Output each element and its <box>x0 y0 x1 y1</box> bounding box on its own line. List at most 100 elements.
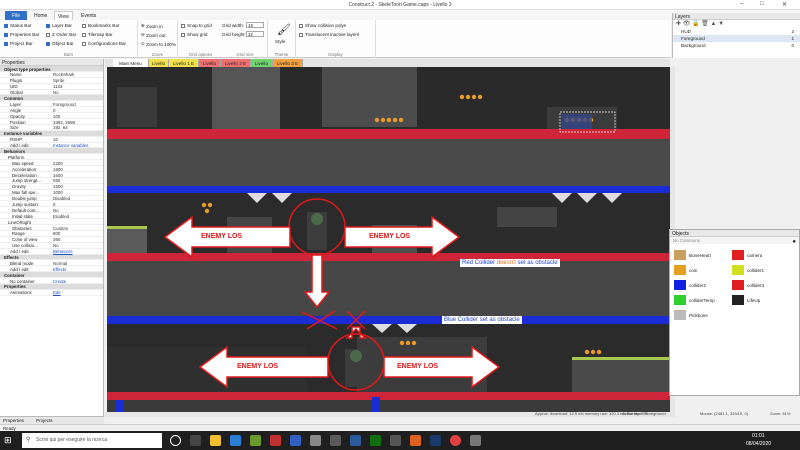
app-icon[interactable] <box>390 435 401 446</box>
object-item[interactable]: collider1 <box>732 265 764 275</box>
delete-layer-icon[interactable]: 🗑 <box>701 21 709 27</box>
grid-height-input[interactable]: 32 <box>246 31 264 37</box>
configurations-bar-toggle[interactable]: Configurations Bar <box>82 41 126 46</box>
tab-home[interactable]: Home <box>31 11 50 20</box>
property-key: Default cont... <box>12 207 40 213</box>
object-item[interactable]: camera <box>732 250 762 260</box>
property-link[interactable]: Instance variables <box>53 143 88 148</box>
move-down-icon[interactable]: ▼ <box>718 21 724 27</box>
display-caption: Display <box>328 52 343 57</box>
chrome-icon[interactable] <box>450 435 461 446</box>
windows-start-icon[interactable]: ⊞ <box>4 435 14 445</box>
status-bar-toggle[interactable]: Status Bar <box>4 23 31 28</box>
z-order-bar-toggle[interactable]: Z Order Bar <box>46 32 76 37</box>
zoom-out-button[interactable]: ⊖ Zoom out <box>141 32 166 38</box>
xbox-icon[interactable] <box>370 435 381 446</box>
object-thumbnail <box>674 295 686 305</box>
app-icon[interactable] <box>290 435 301 446</box>
property-link[interactable]: Create <box>53 279 66 284</box>
layout-canvas[interactable]: ENEMY LOS ENEMY LOS ENEMY LOS ENEMY LOS … <box>107 67 670 412</box>
brush-icon[interactable]: 🖌 <box>277 23 291 36</box>
property-value: 1800 <box>53 166 63 172</box>
translucent-layers-toggle[interactable]: Translucent inactive layers <box>299 32 359 37</box>
properties-bar-toggle[interactable]: Properties Bar <box>4 32 39 37</box>
visibility-icon[interactable]: 👁 <box>683 21 691 27</box>
app-icon[interactable] <box>350 435 361 446</box>
construct-icon[interactable] <box>470 435 481 446</box>
tab-events[interactable]: Events <box>78 11 99 20</box>
object-item[interactable]: BoneHeart <box>674 250 711 260</box>
close-icon[interactable]: ✕ <box>782 1 787 8</box>
add-object-icon[interactable]: ● <box>792 239 796 245</box>
property-key: Initial state <box>12 213 33 219</box>
property-link[interactable]: Behaviors <box>53 249 73 254</box>
app-icon[interactable] <box>230 435 241 446</box>
property-value: 1000 <box>53 190 63 196</box>
move-up-icon[interactable]: ▲ <box>710 21 716 27</box>
app-icon[interactable] <box>270 435 281 446</box>
layout-tab[interactable]: Main Menu <box>113 59 149 67</box>
style-button[interactable]: Style <box>275 39 285 44</box>
object-item[interactable]: collider2 <box>674 280 706 290</box>
layer-row-foreground[interactable]: Foreground 1 <box>673 35 800 42</box>
zoom-100-button[interactable]: ⊙ Zoom to 100% <box>141 41 176 47</box>
layer-bar-toggle[interactable]: Layer Bar <box>46 23 72 28</box>
minimize-icon[interactable]: – <box>740 1 743 7</box>
object-item[interactable]: collider3 <box>732 280 764 290</box>
layout-tab[interactable]: Livello 1 <box>149 59 169 71</box>
tab-projects[interactable]: Projects <box>36 418 53 423</box>
app-icon[interactable] <box>250 435 261 446</box>
property-key: Animations <box>10 290 32 296</box>
task-view-icon[interactable] <box>190 435 201 446</box>
object-thumbnail <box>674 310 686 320</box>
app-icon[interactable] <box>330 435 341 446</box>
app-icon[interactable] <box>410 435 421 446</box>
lock-icon[interactable]: 🔒 <box>692 21 699 27</box>
property-key: Range <box>12 231 25 237</box>
object-name: BoneHeart <box>689 252 711 258</box>
layer-row-background[interactable]: Background 0 <box>673 42 800 49</box>
zoom-in-button[interactable]: ⊕ Zoom in <box>141 23 163 29</box>
taskbar-search[interactable]: ⚲ Scrivi qui per eseguire la ricerca <box>22 433 162 448</box>
maximize-icon[interactable]: □ <box>760 1 764 7</box>
layer-row-hud[interactable]: HUD 2 <box>673 28 800 35</box>
object-name: camera <box>747 252 763 258</box>
property-value: 3392, 2688 <box>53 119 75 125</box>
steam-icon[interactable] <box>430 435 441 446</box>
property-key: Add / edit <box>10 249 29 255</box>
add-layer-icon[interactable]: ✚ <box>676 21 681 27</box>
layout-tab[interactable]: Livello 2 <box>199 59 221 71</box>
layout-tab[interactable]: Livello 1 E <box>169 59 199 67</box>
tab-file[interactable]: File <box>5 11 27 20</box>
tab-properties[interactable]: Properties <box>3 418 24 423</box>
object-item[interactable]: coin <box>674 265 697 275</box>
grid-width-input[interactable]: 16 <box>246 22 264 28</box>
object-thumbnail <box>674 265 686 275</box>
layout-tab[interactable]: Livello 2 E <box>221 59 251 67</box>
show-grid-toggle[interactable]: Show grid <box>181 32 207 37</box>
object-item[interactable]: LifeUp <box>732 295 760 305</box>
property-value: 360 <box>53 237 61 243</box>
tilemap-bar-toggle[interactable]: Tilemap Bar <box>82 32 113 37</box>
project-bar-toggle[interactable]: Project Bar <box>4 41 33 46</box>
file-explorer-icon[interactable] <box>210 435 221 446</box>
object-item[interactable]: Pickbone <box>674 310 708 320</box>
grid-size-caption: Grid size <box>236 52 254 57</box>
cortana-icon[interactable] <box>170 435 181 446</box>
property-value: 1500 <box>53 184 63 190</box>
tab-view[interactable]: View <box>54 11 73 20</box>
property-row[interactable]: Animations Edit <box>0 290 103 296</box>
object-item[interactable]: colliderTemp <box>674 295 715 305</box>
object-bar-toggle[interactable]: Object Bar <box>46 41 74 46</box>
property-link[interactable]: Edit <box>53 290 61 295</box>
layout-tab[interactable]: Livello 3 E <box>273 59 303 67</box>
bookmarks-bar-toggle[interactable]: Bookmarks Bar <box>82 23 119 28</box>
property-link[interactable]: Effects <box>53 267 66 272</box>
app-icon[interactable] <box>310 435 321 446</box>
property-key: Position <box>10 119 26 125</box>
red-collider <box>107 392 670 400</box>
layout-tab[interactable]: Livello 3 <box>251 59 273 71</box>
snap-to-grid-toggle[interactable]: Snap to grid <box>181 23 212 28</box>
collision-polys-toggle[interactable]: Show collision polys <box>299 23 346 28</box>
property-value: Enabled <box>53 213 70 219</box>
